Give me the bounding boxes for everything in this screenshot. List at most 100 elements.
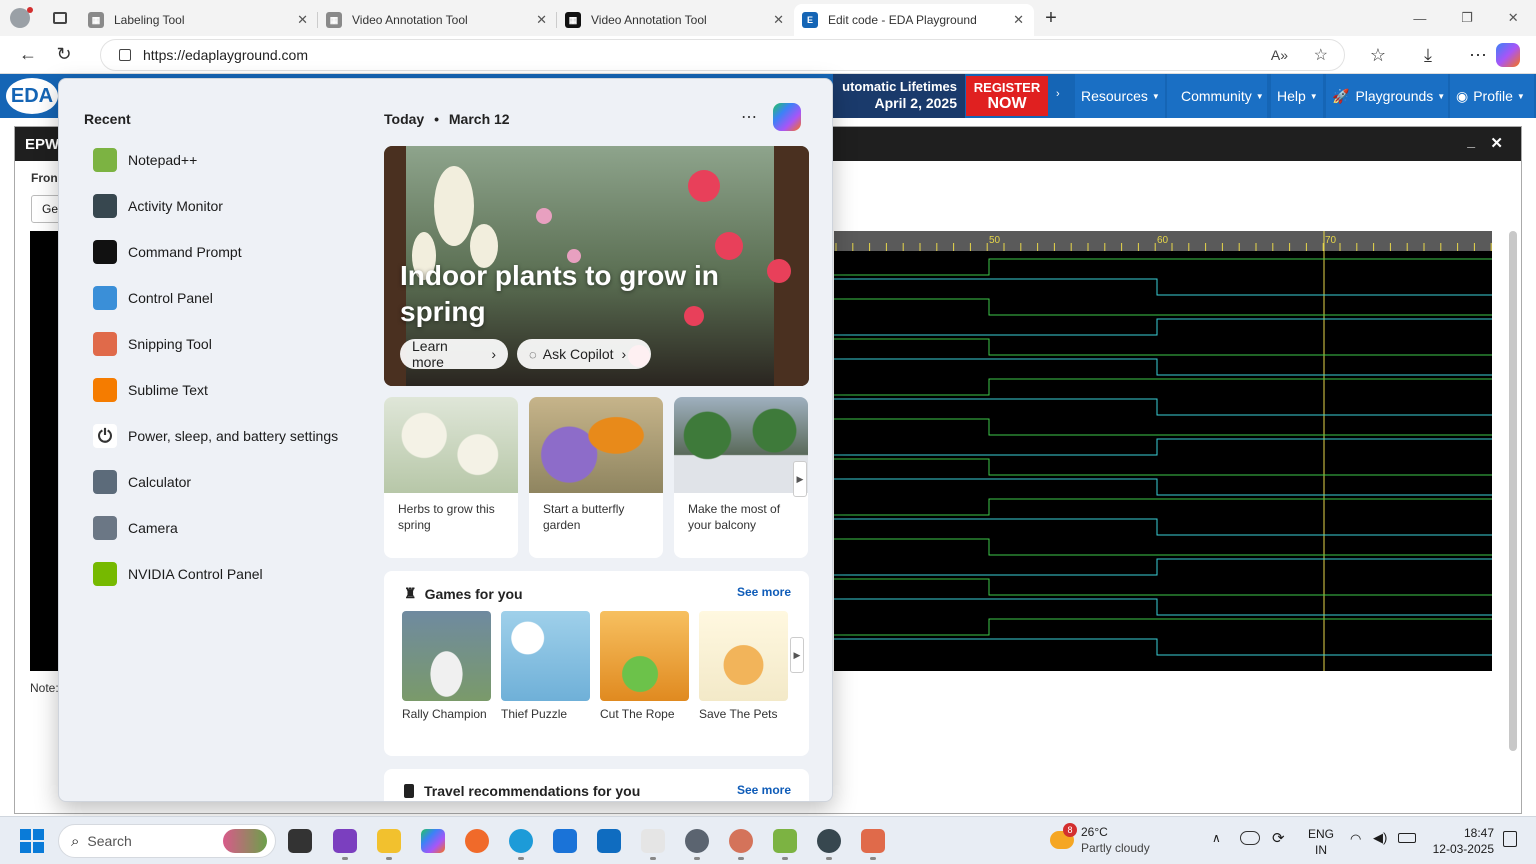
see-more-link[interactable]: See more <box>737 585 791 599</box>
favorite-star-icon[interactable]: ☆ <box>1314 45 1328 65</box>
recent-item[interactable]: Activity Monitor <box>93 191 223 221</box>
more-options-icon[interactable]: ⋯ <box>741 107 757 127</box>
eda-logo[interactable]: EDA <box>6 78 58 114</box>
firefox-icon[interactable] <box>465 829 489 853</box>
snipping-tool-taskbar-icon[interactable] <box>861 829 885 853</box>
game-thief-puzzle[interactable]: Thief Puzzle <box>501 611 590 721</box>
nav-chevron-icon[interactable]: › <box>1056 88 1060 100</box>
tab-labeling-tool[interactable]: ▦ Labeling Tool ✕ <box>80 4 318 36</box>
lang-line1: ENG <box>1308 827 1335 841</box>
battery-icon[interactable] <box>1398 833 1416 843</box>
tab-video-annotation-2[interactable]: ▦ Video Annotation Tool ✕ <box>557 4 794 36</box>
nav-resources[interactable]: Resources ▼ <box>1075 74 1165 118</box>
recent-item[interactable]: Notepad++ <box>93 145 197 175</box>
recent-item[interactable]: ⏻ Power, sleep, and battery settings <box>93 421 338 451</box>
game-cut-the-rope[interactable]: Cut The Rope <box>600 611 689 721</box>
downloads-icon[interactable]: ⤓ <box>1410 40 1446 70</box>
card-butterfly[interactable]: Start a butterfly garden <box>529 397 663 558</box>
eda-favicon: E <box>802 12 818 28</box>
games-next-button[interactable]: ▶ <box>790 637 804 673</box>
task-view-icon[interactable] <box>288 829 312 853</box>
new-tab-button[interactable]: + <box>1034 2 1068 34</box>
recent-item[interactable]: Camera <box>93 513 178 543</box>
from-label: Fron <box>31 171 58 185</box>
learn-more-button[interactable]: Learn more › <box>400 338 508 370</box>
notepad-plus-plus-icon[interactable] <box>773 829 797 853</box>
card-balcony[interactable]: Make the most of your balcony <box>674 397 808 558</box>
slack-icon[interactable] <box>641 829 665 853</box>
waveform-viewer[interactable]: 50 60 70 <box>834 231 1492 671</box>
recent-item-label: Sublime Text <box>128 382 208 398</box>
vertical-scrollbar[interactable] <box>1509 231 1517 751</box>
calculator-icon <box>93 470 117 494</box>
close-icon[interactable]: ✕ <box>773 12 784 28</box>
sync-icon[interactable]: ⟳ <box>1272 829 1285 847</box>
back-button[interactable]: ← <box>10 40 46 70</box>
nav-profile[interactable]: ◉ Profile ▼ <box>1450 74 1534 118</box>
note-label: Note: <box>30 681 59 695</box>
close-icon[interactable]: ✕ <box>1013 12 1024 28</box>
close-icon[interactable]: ✕ <box>297 12 308 28</box>
signal-waveform <box>834 318 1492 336</box>
edge-icon[interactable] <box>509 829 533 853</box>
microsoft-store-icon[interactable] <box>553 829 577 853</box>
register-now-button[interactable]: REGISTER NOW <box>966 76 1048 116</box>
tab-video-annotation-1[interactable]: ▦ Video Annotation Tool ✕ <box>318 4 557 36</box>
card-caption: Start a butterfly garden <box>543 502 625 532</box>
nav-help[interactable]: Help ▼ <box>1271 74 1323 118</box>
read-aloud-icon[interactable]: A» <box>1271 47 1288 63</box>
recent-item[interactable]: Sublime Text <box>93 375 208 405</box>
favorites-icon[interactable]: ☆ <box>1360 40 1396 70</box>
settings-gear-icon[interactable] <box>685 829 709 853</box>
minimize-icon[interactable]: — <box>1413 11 1426 26</box>
promo-banner[interactable]: utomatic Lifetimes April 2, 2025 <box>833 74 965 118</box>
url-bar[interactable]: https://edaplayground.com A» ☆ <box>100 39 1345 71</box>
recent-item[interactable]: Snipping Tool <box>93 329 212 359</box>
tab-actions-icon[interactable] <box>40 2 80 34</box>
app-icon[interactable] <box>729 829 753 853</box>
wifi-icon[interactable]: ◠ <box>1350 831 1361 847</box>
rocket-icon: 🚀 <box>1332 87 1350 104</box>
cards-next-button[interactable]: ▶ <box>793 461 807 497</box>
activity-monitor-taskbar-icon[interactable] <box>817 829 841 853</box>
language-indicator[interactable]: ENG IN <box>1308 826 1334 858</box>
file-explorer-icon[interactable] <box>377 829 401 853</box>
onedrive-icon[interactable] <box>1240 831 1260 845</box>
tray-overflow-icon[interactable]: ∧ <box>1212 831 1221 845</box>
nav-community[interactable]: Community ▼ <box>1167 74 1267 118</box>
copilot-icon[interactable] <box>773 103 801 131</box>
tab-eda-playground[interactable]: E Edit code - EDA Playground ✕ <box>794 4 1034 36</box>
restore-icon[interactable]: ❐ <box>1461 10 1473 26</box>
windows-start-icon[interactable] <box>20 829 44 853</box>
recent-item[interactable]: Calculator <box>93 467 191 497</box>
ask-copilot-button[interactable]: ◌ Ask Copilot › <box>517 339 651 369</box>
game-rally-champion[interactable]: Rally Champion <box>402 611 491 721</box>
travel-see-more-link[interactable]: See more <box>737 783 791 797</box>
terminal-icon <box>93 240 117 264</box>
close-window-icon[interactable]: ✕ <box>1508 10 1519 26</box>
close-icon[interactable]: ✕ <box>1490 134 1503 152</box>
notification-icon[interactable] <box>1503 831 1517 847</box>
recent-item[interactable]: Command Prompt <box>93 237 242 267</box>
onenote-icon[interactable] <box>333 829 357 853</box>
game-save-the-pets[interactable]: Save The Pets <box>699 611 788 721</box>
weather-widget[interactable]: 8 26°C Partly cloudy <box>1050 823 1180 859</box>
volume-icon[interactable]: ◀) <box>1373 830 1387 846</box>
refresh-button[interactable]: ↻ <box>46 40 82 70</box>
nav-playgrounds[interactable]: 🚀 Playgrounds ▼ <box>1326 74 1448 118</box>
close-icon[interactable]: ✕ <box>536 12 547 28</box>
card-herbs[interactable]: Herbs to grow this spring <box>384 397 518 558</box>
recent-item[interactable]: Control Panel <box>93 283 213 313</box>
copilot-taskbar-icon[interactable] <box>421 829 445 853</box>
clock[interactable]: 18:47 12-03-2025 <box>1428 825 1494 857</box>
lock-icon[interactable] <box>119 49 131 61</box>
profile-avatar[interactable] <box>0 2 40 34</box>
copilot-icon[interactable] <box>1496 43 1520 67</box>
taskbar-search-box[interactable]: ⌕ Search <box>58 824 276 858</box>
register-line1: REGISTER <box>973 80 1041 95</box>
recent-item[interactable]: NVIDIA Control Panel <box>93 559 263 589</box>
outlook-icon[interactable] <box>597 829 621 853</box>
epwave-title: EPW <box>25 135 60 153</box>
more-options-icon[interactable]: ⋯ <box>1460 40 1496 70</box>
minimize-icon[interactable]: _ <box>1467 133 1475 149</box>
